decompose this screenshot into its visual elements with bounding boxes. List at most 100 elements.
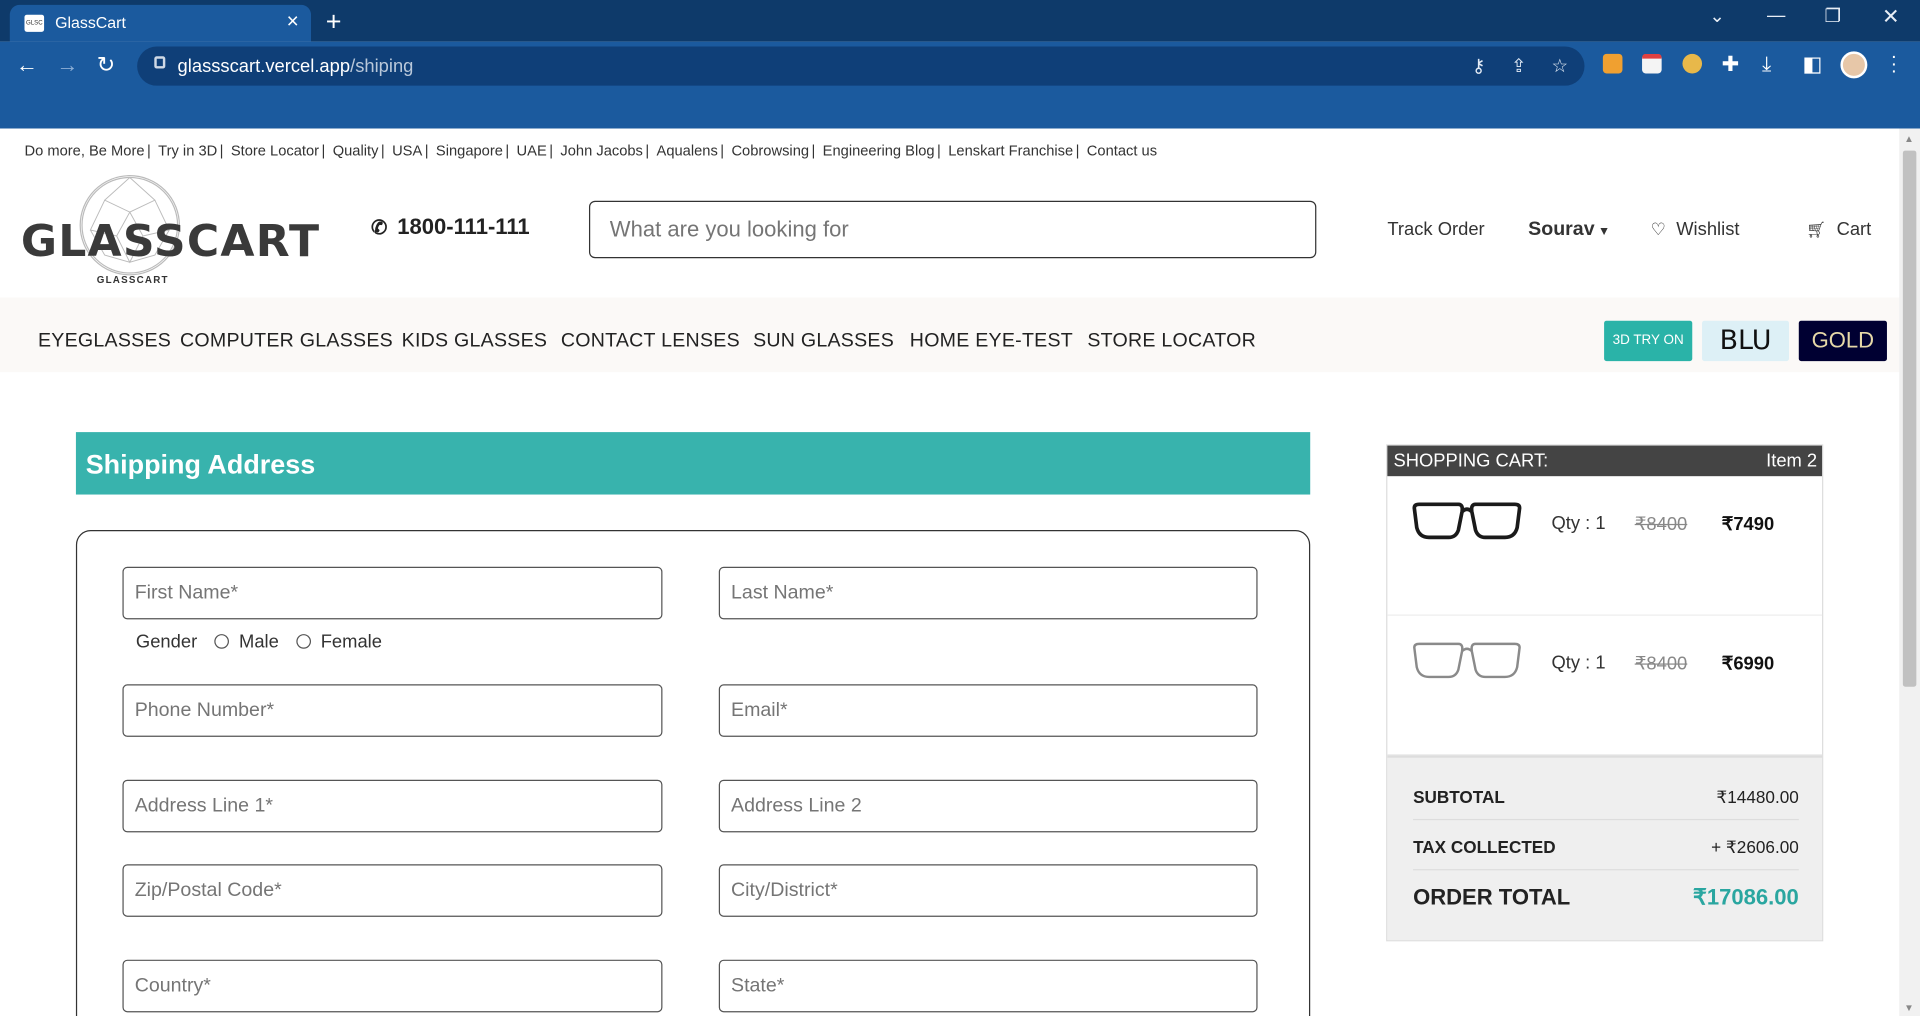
nav-computer-glasses[interactable]: COMPUTER GLASSES: [180, 331, 393, 353]
track-order-link[interactable]: Track Order: [1387, 219, 1484, 240]
menu-kebab-icon[interactable]: · · ·: [1891, 47, 1898, 81]
nav-kids-glasses[interactable]: KIDS GLASSES: [402, 331, 548, 353]
blu-button[interactable]: BLU: [1702, 320, 1789, 362]
nav-eyeglasses[interactable]: EYEGLASSES: [38, 331, 171, 353]
3d-try-on-button[interactable]: 3D TRY ON: [1604, 320, 1693, 362]
top-link[interactable]: Do more, Be More: [24, 142, 144, 159]
nav-home-eye-test[interactable]: HOME EYE-TEST: [910, 331, 1073, 353]
item-qty: Qty : 1: [1551, 512, 1606, 534]
minimize-icon[interactable]: —: [1767, 5, 1785, 26]
item-qty: Qty : 1: [1551, 652, 1606, 674]
eyeglasses-image: [1412, 502, 1522, 540]
nav-store-locator[interactable]: STORE LOCATOR: [1087, 331, 1256, 353]
top-link[interactable]: Contact us: [1087, 142, 1157, 159]
bookmark-star-icon[interactable]: ☆: [1551, 55, 1567, 77]
frame-path: [1413, 642, 1521, 679]
logo[interactable]: GLASSCART GLASSCART: [21, 175, 319, 290]
phone-number-input[interactable]: [122, 684, 663, 737]
scrollbar-thumb[interactable]: [1902, 150, 1917, 687]
cart-icon: 🛒︎: [1806, 220, 1827, 239]
tab-title: GlassCart: [55, 13, 126, 32]
last-name-input[interactable]: [718, 566, 1258, 620]
tax-row: TAX COLLECTED + ₹2606.00: [1413, 837, 1799, 871]
chrome-extension-icon[interactable]: [1682, 53, 1703, 74]
link-separator: |: [549, 141, 554, 160]
country-input[interactable]: [122, 959, 663, 1013]
top-link[interactable]: Engineering Blog: [823, 142, 935, 159]
wishlist-link[interactable]: ♡ Wishlist: [1651, 219, 1740, 240]
item-price: ₹7490: [1721, 514, 1775, 535]
link-separator: |: [219, 141, 224, 160]
first-name-input[interactable]: [122, 566, 663, 620]
reload-icon[interactable]: ↻: [97, 53, 115, 79]
close-window-icon[interactable]: ✕: [1882, 5, 1899, 29]
browser-tab[interactable]: GLSC GlassCart ×: [9, 4, 312, 42]
category-nav: EYEGLASSES COMPUTER GLASSES KIDS GLASSES…: [0, 297, 1900, 373]
eyeglasses-image: [1413, 642, 1521, 679]
search-input[interactable]: [588, 200, 1317, 259]
profile-avatar[interactable]: [1840, 51, 1868, 79]
top-link[interactable]: Singapore: [436, 142, 503, 159]
download-icon[interactable]: ⤓: [1762, 53, 1771, 77]
puzzle-icon[interactable]: ✚: [1722, 53, 1739, 77]
new-tab-icon[interactable]: +: [326, 6, 342, 38]
scroll-down-icon[interactable]: ▼: [1904, 1003, 1914, 1014]
item-price: ₹6990: [1721, 653, 1775, 675]
male-radio[interactable]: [214, 634, 230, 649]
close-tab-icon[interactable]: ×: [287, 10, 299, 34]
cart-link[interactable]: 🛒︎ Cart: [1806, 219, 1871, 240]
state-input[interactable]: [718, 959, 1258, 1013]
female-radio[interactable]: [296, 634, 311, 649]
link-separator: |: [720, 141, 725, 160]
top-link[interactable]: Cobrowsing: [731, 142, 809, 159]
gold-button[interactable]: GOLD: [1798, 320, 1887, 362]
page-scrollbar[interactable]: ▲ ▼: [1899, 128, 1920, 1016]
url-text: glassscart.vercel.app/shiping: [177, 56, 414, 78]
phone-contact[interactable]: ✆ 1800-111-111: [371, 214, 530, 240]
share-icon[interactable]: ⇪: [1511, 55, 1526, 77]
link-separator: |: [505, 141, 510, 160]
address-line1-input[interactable]: [122, 779, 663, 833]
browser-window: GLSC GlassCart × + ⌄ — ❐ ✕ ← → ↻ glasssc…: [0, 0, 1920, 1016]
forward-icon[interactable]: →: [56, 53, 78, 79]
top-link[interactable]: Quality: [333, 142, 379, 159]
top-link[interactable]: John Jacobs: [560, 142, 643, 159]
top-link[interactable]: UAE: [517, 142, 547, 159]
female-label[interactable]: Female: [321, 632, 382, 653]
scroll-up-icon[interactable]: ▲: [1904, 133, 1914, 144]
address-bar[interactable]: glassscart.vercel.app/shiping ⚷ ⇪ ☆: [137, 46, 1585, 86]
subtotal-value: ₹14480.00: [1716, 787, 1799, 807]
order-total-label: ORDER TOTAL: [1413, 885, 1571, 910]
zip-code-input[interactable]: [122, 864, 663, 917]
back-icon[interactable]: ←: [16, 53, 38, 79]
tab-search-icon[interactable]: ⌄: [1709, 5, 1724, 27]
email-input[interactable]: [718, 684, 1258, 737]
link-separator: |: [321, 141, 326, 160]
restore-icon[interactable]: ❐: [1825, 5, 1841, 27]
top-link[interactable]: Store Locator: [231, 142, 319, 159]
caret-down-icon: ▼: [1594, 225, 1611, 239]
calendar-extension-icon[interactable]: [1642, 53, 1662, 74]
cart-title: SHOPPING CART:: [1393, 450, 1549, 472]
nav-sun-glasses[interactable]: SUN GLASSES: [753, 331, 894, 353]
key-icon[interactable]: ⚷: [1472, 55, 1485, 77]
top-link[interactable]: Aqualens: [657, 142, 718, 159]
nav-contact-lenses[interactable]: CONTACT LENSES: [561, 331, 740, 353]
address-line2-input[interactable]: [718, 779, 1258, 833]
pen-extension-icon[interactable]: [1602, 53, 1623, 74]
user-menu[interactable]: Sourav ▼: [1528, 219, 1610, 241]
top-link[interactable]: Lenskart Franchise: [948, 142, 1073, 159]
cart-item-count: Item 2: [1766, 450, 1818, 472]
lock-icon: [154, 56, 166, 69]
link-separator: |: [937, 141, 941, 160]
top-link[interactable]: Try in 3D: [158, 142, 217, 159]
sidepanel-icon[interactable]: ◧: [1802, 53, 1822, 77]
shipping-address-heading: Shipping Address: [75, 432, 1311, 495]
male-label[interactable]: Male: [239, 632, 279, 653]
shopping-cart-panel: SHOPPING CART: Item 2 Qty : 1 ₹8400 ₹749…: [1386, 444, 1824, 942]
tax-value: + ₹2606.00: [1711, 837, 1799, 857]
city-input[interactable]: [718, 864, 1258, 917]
web-page: Do more, Be More | Try in 3D | Store Locator…: [0, 128, 1900, 1016]
order-total-value: ₹17086.00: [1692, 885, 1799, 910]
top-link[interactable]: USA: [392, 142, 422, 159]
